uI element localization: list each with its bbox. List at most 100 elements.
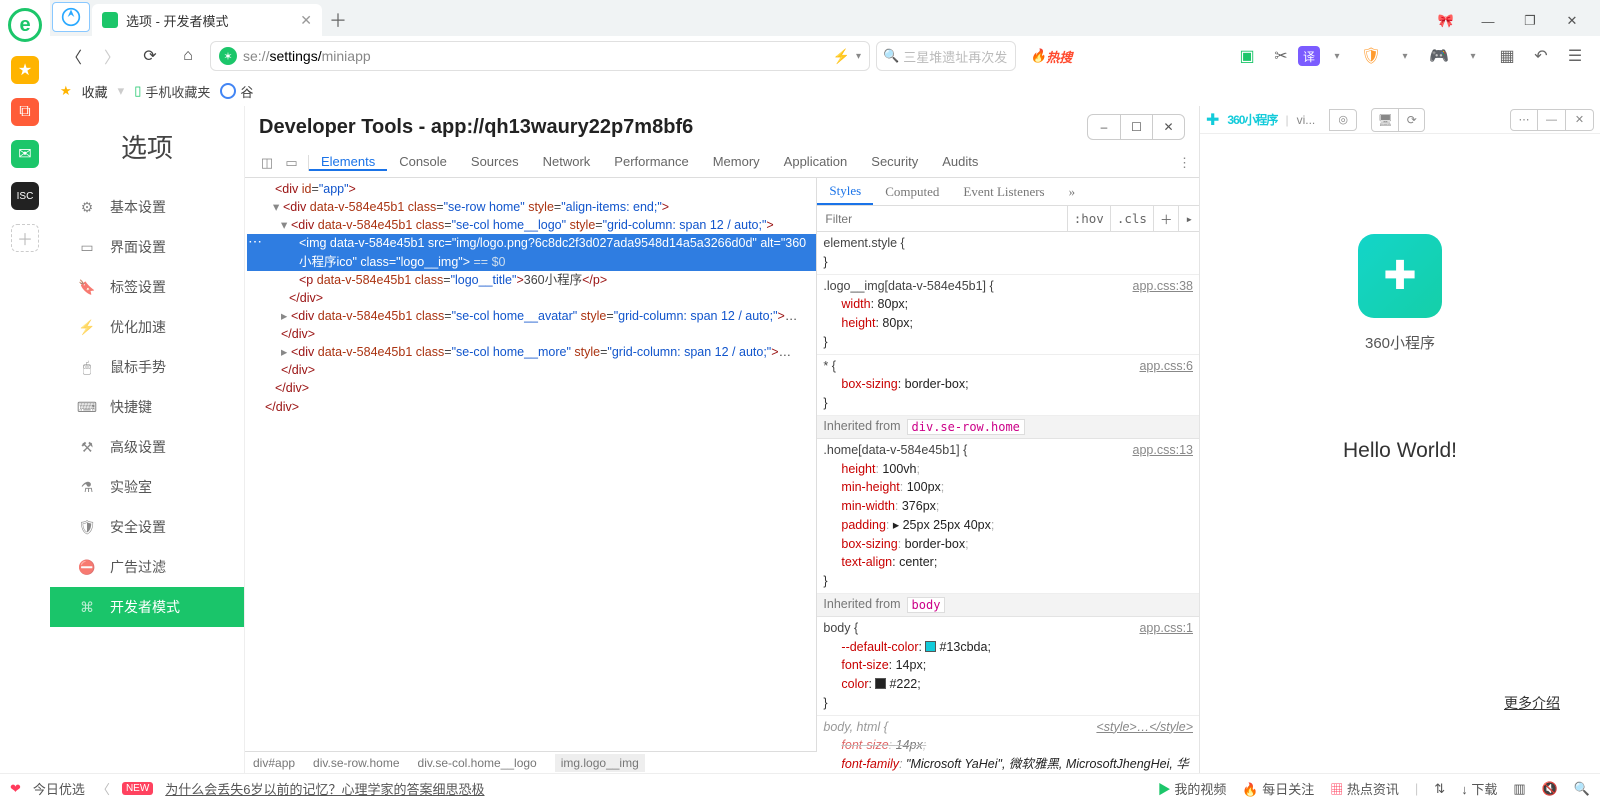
breadcrumb[interactable]: div#app div.se-row.home div.se-col.home_… xyxy=(245,751,817,773)
undo-icon[interactable]: ↶ xyxy=(1524,41,1558,71)
status-daily[interactable]: 🔥 每日关注 xyxy=(1242,779,1314,798)
options-item-9[interactable]: ⛔广告过滤 xyxy=(50,547,244,587)
preview-desktop-icon[interactable]: 🖥 xyxy=(1372,109,1398,131)
preview-dots-icon[interactable]: ⋯ xyxy=(1510,109,1538,131)
bolt-icon[interactable]: ⚡ xyxy=(833,48,850,65)
selected-element[interactable]: ⋯<img data-v-584e45b1 src="img/logo.png?… xyxy=(247,234,816,270)
status-bar: ❤ 今日优选 〈 NEW 为什么会丢失6岁以前的记忆？心理学家的答案细思恐极 ▶… xyxy=(0,773,1600,803)
options-item-1[interactable]: ▭界面设置 xyxy=(50,227,244,267)
star-icon[interactable]: ★ xyxy=(60,83,72,99)
devtools-tab-audits[interactable]: Audits xyxy=(930,154,990,169)
preview-hello-text: Hello World! xyxy=(1343,439,1457,463)
status-app-icon[interactable]: ▥ xyxy=(1513,781,1525,797)
preview-target-icon[interactable]: ◎ xyxy=(1329,109,1357,131)
devtools-tab-performance[interactable]: Performance xyxy=(602,154,700,169)
devtools-tab-security[interactable]: Security xyxy=(859,154,930,169)
options-item-5[interactable]: ⌨快捷键 xyxy=(50,387,244,427)
tab-favicon-icon xyxy=(102,12,118,28)
new-tab-button[interactable]: ＋ xyxy=(322,4,354,36)
preview-body: ✚ 360小程序 Hello World! xyxy=(1200,134,1600,773)
rail-weibo-icon[interactable]: ⧉ xyxy=(11,98,39,126)
devtools-tab-application[interactable]: Application xyxy=(772,154,860,169)
rail-favorites-icon[interactable]: ★ xyxy=(11,56,39,84)
styles-rules[interactable]: element.style {} app.css:38 .logo__img[d… xyxy=(817,232,1199,773)
opt-label: 实验室 xyxy=(110,477,152,497)
browser-logo-icon[interactable]: e xyxy=(8,8,42,42)
options-item-3[interactable]: ⚡优化加速 xyxy=(50,307,244,347)
url-field[interactable]: ✶ se://settings/miniapp ⚡ ▾ xyxy=(210,41,870,71)
maximize-button[interactable]: ❐ xyxy=(1510,6,1550,36)
hot-search-label[interactable]: 🔥热搜 xyxy=(1030,47,1072,66)
options-item-10[interactable]: ⌘开发者模式 xyxy=(50,587,244,627)
compass-icon[interactable] xyxy=(52,2,90,32)
bookmark-mobile[interactable]: ▯手机收藏夹 xyxy=(134,82,210,101)
heart-icon[interactable]: ❤ xyxy=(10,781,21,797)
opt-icon: 🛡 xyxy=(78,518,96,536)
game-icon[interactable]: 🎮 xyxy=(1422,41,1456,71)
options-item-6[interactable]: ⚒高级设置 xyxy=(50,427,244,467)
device-toggle-icon[interactable]: ▭ xyxy=(281,155,309,171)
status-today[interactable]: 今日优选 xyxy=(33,779,85,798)
status-headline[interactable]: 为什么会丢失6岁以前的记忆？心理学家的答案细思恐极 xyxy=(165,779,484,798)
shield2-icon[interactable]: 🛡 xyxy=(1354,41,1388,71)
grid-icon[interactable]: ▦ xyxy=(1490,41,1524,71)
address-bar: 〈 〉 ⟳ ⌂ ✶ se://settings/miniapp ⚡ ▾ 🔍 三星… xyxy=(50,36,1600,76)
opt-label: 基本设置 xyxy=(110,197,166,217)
status-zoom-icon[interactable]: 🔍 xyxy=(1574,781,1590,797)
reload-button[interactable]: ⟳ xyxy=(134,40,166,72)
devtools-tab-network[interactable]: Network xyxy=(531,154,603,169)
status-net-icon[interactable]: ⇅ xyxy=(1434,781,1445,797)
search-field[interactable]: 🔍 三星堆遗址再次发 xyxy=(876,41,1016,71)
styles-tab-listeners[interactable]: Event Listeners xyxy=(951,178,1056,205)
elements-tree[interactable]: <div id="app"> ▾<div data-v-584e45b1 cla… xyxy=(245,178,817,751)
styles-tab-styles[interactable]: Styles xyxy=(817,178,873,205)
translate-icon[interactable]: 译 xyxy=(1298,46,1320,66)
preview-more-link[interactable]: 更多介绍 xyxy=(1504,693,1560,713)
options-item-2[interactable]: 🔖标签设置 xyxy=(50,267,244,307)
inspect-element-icon[interactable]: ◫ xyxy=(253,155,281,171)
gift-icon[interactable]: 🎀 xyxy=(1426,6,1466,36)
minimize-button[interactable]: — xyxy=(1468,6,1508,36)
options-item-0[interactable]: ⚙基本设置 xyxy=(50,187,244,227)
options-item-8[interactable]: 🛡安全设置 xyxy=(50,507,244,547)
styles-filter-input[interactable] xyxy=(817,212,1066,226)
status-download[interactable]: ↓ 下载 xyxy=(1461,779,1497,798)
tab-active[interactable]: 选项 - 开发者模式 ✕ xyxy=(92,4,322,36)
back-button[interactable]: 〈 xyxy=(58,40,90,72)
devtools-max-button[interactable]: ☐ xyxy=(1120,115,1152,139)
bookmark-google[interactable]: 谷 xyxy=(220,82,253,101)
tab-close-icon[interactable]: ✕ xyxy=(300,12,312,29)
pin-icon[interactable]: ▸ xyxy=(1178,206,1199,231)
cls-toggle[interactable]: .cls xyxy=(1110,206,1153,231)
status-video[interactable]: ▶ 我的视频 xyxy=(1158,779,1227,798)
hov-toggle[interactable]: :hov xyxy=(1067,206,1110,231)
url-dropdown-icon[interactable]: ▾ xyxy=(856,51,861,62)
devtools-tab-elements[interactable]: Elements xyxy=(309,154,387,171)
scissors-icon[interactable]: ✂ xyxy=(1264,41,1298,71)
status-hot[interactable]: ▦ 热点资讯 xyxy=(1330,779,1399,798)
devtools-min-button[interactable]: – xyxy=(1088,115,1120,139)
devtools-tab-sources[interactable]: Sources xyxy=(459,154,531,169)
options-item-7[interactable]: ⚗实验室 xyxy=(50,467,244,507)
preview-close-icon[interactable]: ✕ xyxy=(1566,109,1594,131)
devtools-close-button[interactable]: ✕ xyxy=(1152,115,1184,139)
preview-refresh-icon[interactable]: ⟳ xyxy=(1398,109,1424,131)
devtools-more-icon[interactable]: ⋮ xyxy=(1178,155,1191,171)
home-button[interactable]: ⌂ xyxy=(172,40,204,72)
styles-tab-computed[interactable]: Computed xyxy=(873,178,951,205)
add-rule-icon[interactable]: ＋ xyxy=(1153,206,1179,231)
devtools-tab-console[interactable]: Console xyxy=(387,154,459,169)
status-mute-icon[interactable]: 🔇 xyxy=(1542,781,1558,797)
rail-add-icon[interactable]: ＋ xyxy=(11,224,39,252)
devtools-tab-memory[interactable]: Memory xyxy=(701,154,772,169)
book-icon[interactable]: ▣ xyxy=(1230,41,1264,71)
rail-mail-icon[interactable]: ✉ xyxy=(11,140,39,168)
preview-min-icon[interactable]: — xyxy=(1538,109,1566,131)
options-title: 选项 xyxy=(50,106,244,181)
styles-tab-more-icon[interactable]: » xyxy=(1057,178,1088,205)
menu-icon[interactable]: ☰ xyxy=(1558,41,1592,71)
close-window-button[interactable]: ✕ xyxy=(1552,6,1592,36)
rail-isc-icon[interactable]: ISC xyxy=(11,182,39,210)
opt-icon: ⌘ xyxy=(78,598,96,616)
options-item-4[interactable]: 🖱鼠标手势 xyxy=(50,347,244,387)
